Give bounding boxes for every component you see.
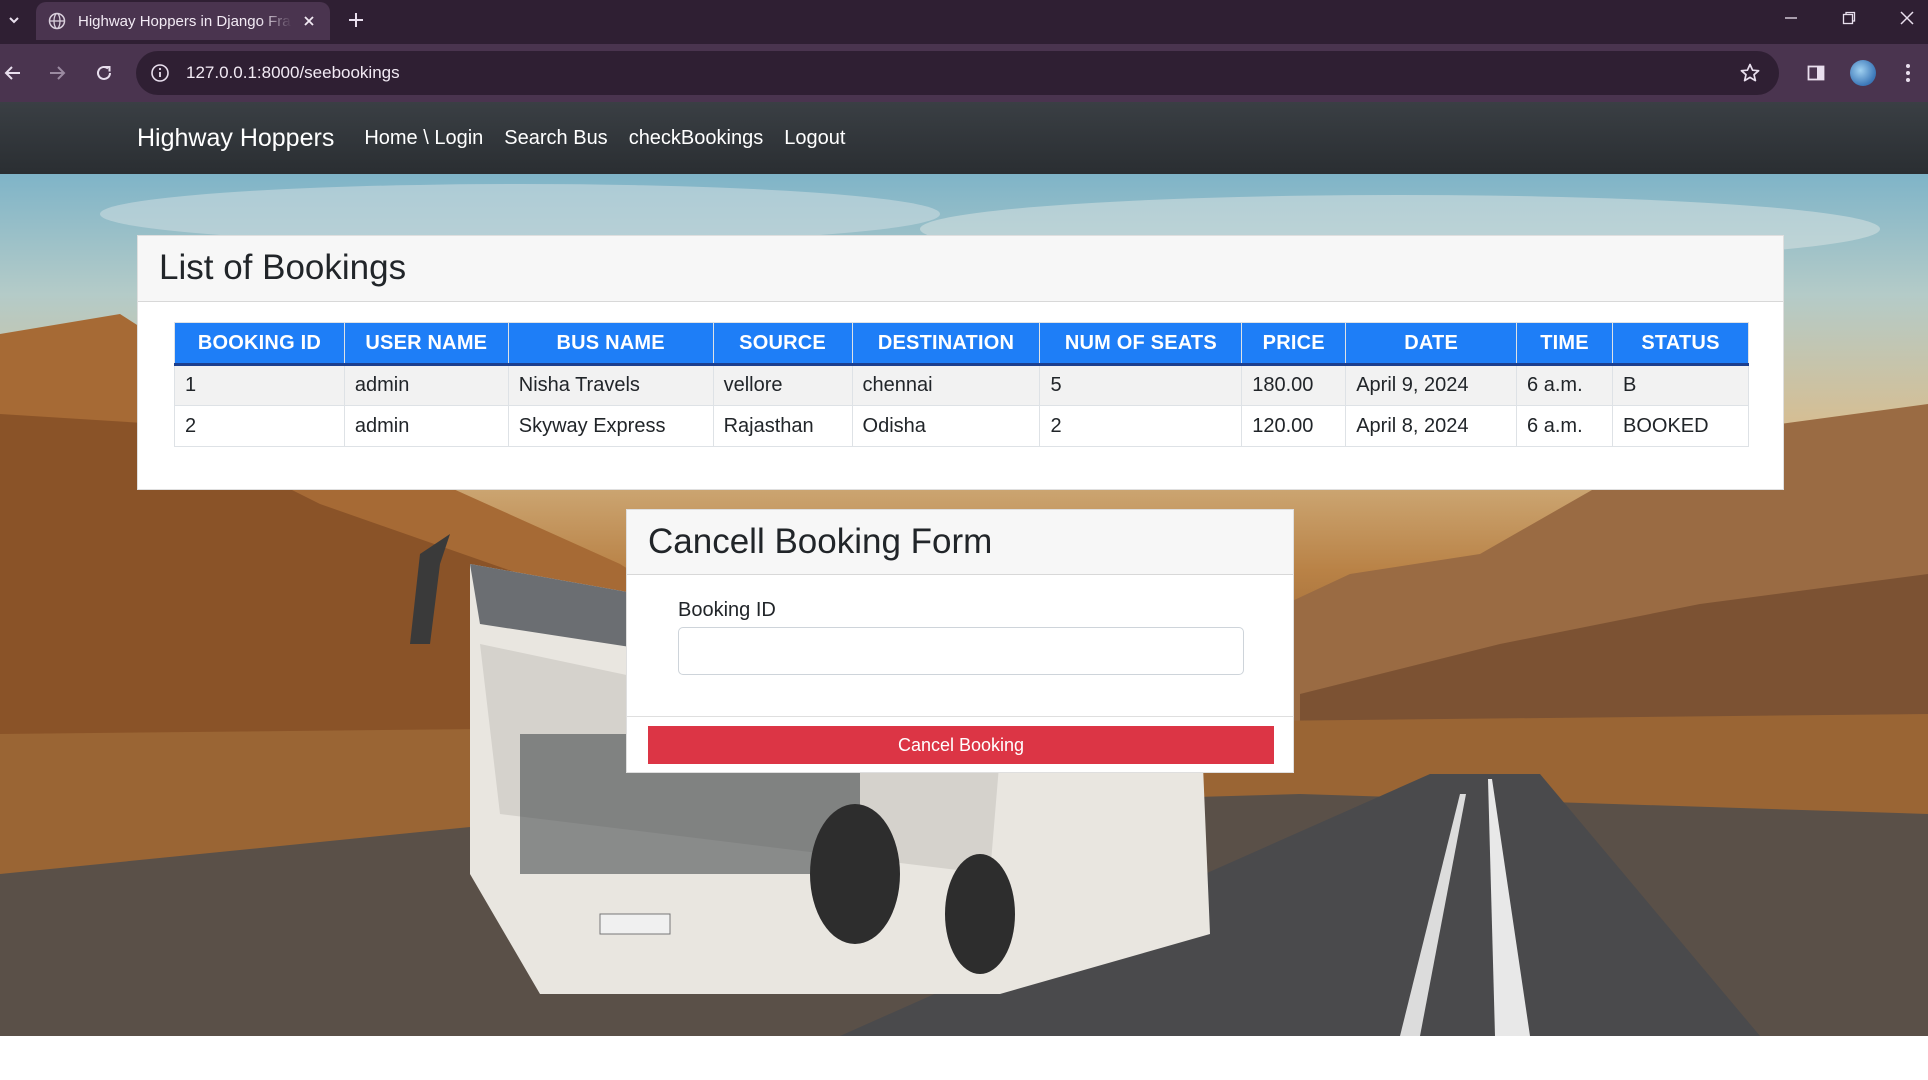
cell-price: 180.00	[1241, 364, 1347, 406]
column-header-time: TIME	[1516, 322, 1613, 366]
navbar-brand[interactable]: Highway Hoppers	[137, 124, 334, 153]
cell-booking-id: 1	[174, 364, 345, 406]
restore-icon[interactable]	[1820, 0, 1878, 36]
cell-status: B	[1611, 364, 1750, 406]
column-header-source: SOURCE	[712, 322, 853, 366]
profile-avatar-icon[interactable]	[1848, 58, 1878, 88]
column-header-destination: DESTINATION	[851, 322, 1041, 366]
column-header-num-of-seats: NUM OF SEATS	[1039, 322, 1243, 366]
nav-link-check-bookings[interactable]: checkBookings	[629, 127, 764, 150]
new-tab-icon[interactable]	[342, 6, 370, 34]
cell-price: 120.00	[1241, 405, 1347, 447]
cell-user-name: admin	[343, 364, 509, 406]
cell-source: Rajasthan	[712, 405, 853, 447]
browser-tab[interactable]: Highway Hoppers in Django Fra	[36, 2, 330, 40]
cell-source: vellore	[712, 364, 853, 406]
column-header-status: STATUS	[1611, 322, 1750, 366]
nav-link-search-bus[interactable]: Search Bus	[504, 127, 607, 150]
column-header-price: PRICE	[1241, 322, 1347, 366]
cell-num-of-seats: 5	[1039, 364, 1243, 406]
url-text: 127.0.0.1:8000/seebookings	[186, 63, 400, 82]
cell-user-name: admin	[343, 405, 509, 447]
bookings-table: BOOKING ID USER NAME BUS NAME SOURCE DES…	[174, 322, 1750, 447]
cell-bus-name: Skyway Express	[507, 405, 714, 447]
column-header-bus-name: BUS NAME	[507, 322, 714, 366]
cell-time: 6 a.m.	[1516, 405, 1613, 447]
back-icon[interactable]	[0, 58, 28, 88]
cancel-form-body: Booking ID	[627, 575, 1293, 717]
page-viewport: Highway Hoppers Home \ Login Search Bus …	[0, 102, 1928, 1080]
reload-icon[interactable]	[89, 58, 119, 88]
nav-link-logout[interactable]: Logout	[784, 127, 845, 150]
close-tab-icon[interactable]	[300, 12, 318, 30]
bookings-card: List of Bookings BOOKING ID USER NAME BU…	[137, 235, 1784, 490]
cancel-booking-form: Cancell Booking Form Booking ID Cancel B…	[626, 509, 1294, 773]
column-header-date: DATE	[1345, 322, 1518, 366]
cell-date: April 9, 2024	[1345, 364, 1518, 406]
tab-list-icon[interactable]	[0, 6, 28, 34]
site-navbar: Highway Hoppers Home \ Login Search Bus …	[0, 102, 1928, 174]
cancel-form-title: Cancell Booking Form	[627, 510, 1293, 575]
globe-icon	[48, 12, 66, 30]
nav-link-home-login[interactable]: Home \ Login	[364, 127, 483, 150]
forward-icon[interactable]	[42, 58, 72, 88]
browser-tab-strip: Highway Hoppers in Django Fra	[0, 0, 1928, 44]
cell-num-of-seats: 2	[1039, 405, 1243, 447]
cell-booking-id: 2	[174, 405, 345, 447]
cell-destination: Odisha	[851, 405, 1041, 447]
address-bar[interactable]: 127.0.0.1:8000/seebookings	[136, 51, 1779, 95]
booking-id-label: Booking ID	[678, 599, 776, 621]
booking-id-input[interactable]	[678, 627, 1244, 675]
column-header-user-name: USER NAME	[343, 322, 509, 366]
cell-time: 6 a.m.	[1516, 364, 1613, 406]
cell-bus-name: Nisha Travels	[507, 364, 714, 406]
bookmark-star-icon[interactable]	[1739, 62, 1761, 84]
cell-date: April 8, 2024	[1345, 405, 1518, 447]
cancel-booking-button[interactable]: Cancel Booking	[648, 726, 1274, 764]
tab-title: Highway Hoppers in Django Fra	[78, 12, 291, 30]
table-row: 2 admin Skyway Express Rajasthan Odisha …	[174, 405, 1750, 447]
table-header-row: BOOKING ID USER NAME BUS NAME SOURCE DES…	[174, 322, 1750, 366]
cell-status: BOOKED	[1611, 405, 1750, 447]
cell-destination: chennai	[851, 364, 1041, 406]
site-info-icon[interactable]	[150, 63, 170, 83]
table-row: 1 admin Nisha Travels vellore chennai 5 …	[174, 364, 1750, 406]
close-window-icon[interactable]	[1878, 0, 1928, 36]
side-panel-icon[interactable]	[1801, 58, 1831, 88]
bookings-card-title: List of Bookings	[138, 236, 1783, 302]
menu-icon[interactable]	[1893, 58, 1923, 88]
browser-toolbar: 127.0.0.1:8000/seebookings	[0, 44, 1928, 102]
column-header-booking-id: BOOKING ID	[174, 322, 345, 366]
minimize-icon[interactable]	[1762, 0, 1820, 36]
